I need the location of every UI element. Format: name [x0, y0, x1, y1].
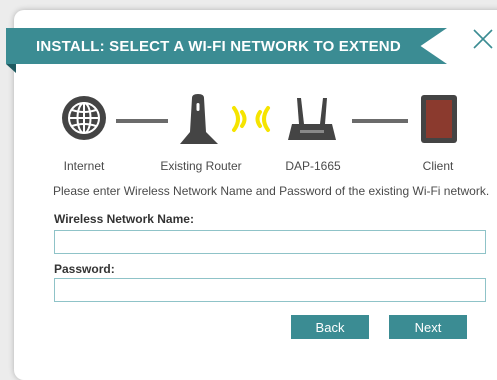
connector-line: [352, 119, 408, 123]
banner-fold: [6, 64, 16, 73]
connector-line: [116, 119, 168, 123]
wifi-signal-icon: [232, 106, 270, 132]
tablet-icon: [421, 95, 457, 143]
next-button[interactable]: Next: [389, 315, 467, 339]
device-label-existing-router: Existing Router: [160, 159, 242, 173]
device-label-client: Client: [422, 159, 454, 173]
network-name-input[interactable]: [54, 230, 486, 254]
close-icon[interactable]: [470, 26, 496, 52]
globe-icon: [62, 96, 106, 140]
device-label-dap-1665: DAP-1665: [285, 159, 341, 173]
password-input[interactable]: [54, 278, 486, 302]
page-title: INSTALL: SELECT A WI-FI NETWORK TO EXTEN…: [36, 38, 401, 55]
back-button[interactable]: Back: [291, 315, 369, 339]
access-point-icon: [288, 98, 336, 140]
password-label: Password:: [54, 262, 115, 276]
router-icon: [180, 94, 218, 144]
device-label-internet: Internet: [63, 159, 105, 173]
instruction-text: Please enter Wireless Network Name and P…: [53, 184, 490, 198]
network-name-label: Wireless Network Name:: [54, 212, 194, 226]
